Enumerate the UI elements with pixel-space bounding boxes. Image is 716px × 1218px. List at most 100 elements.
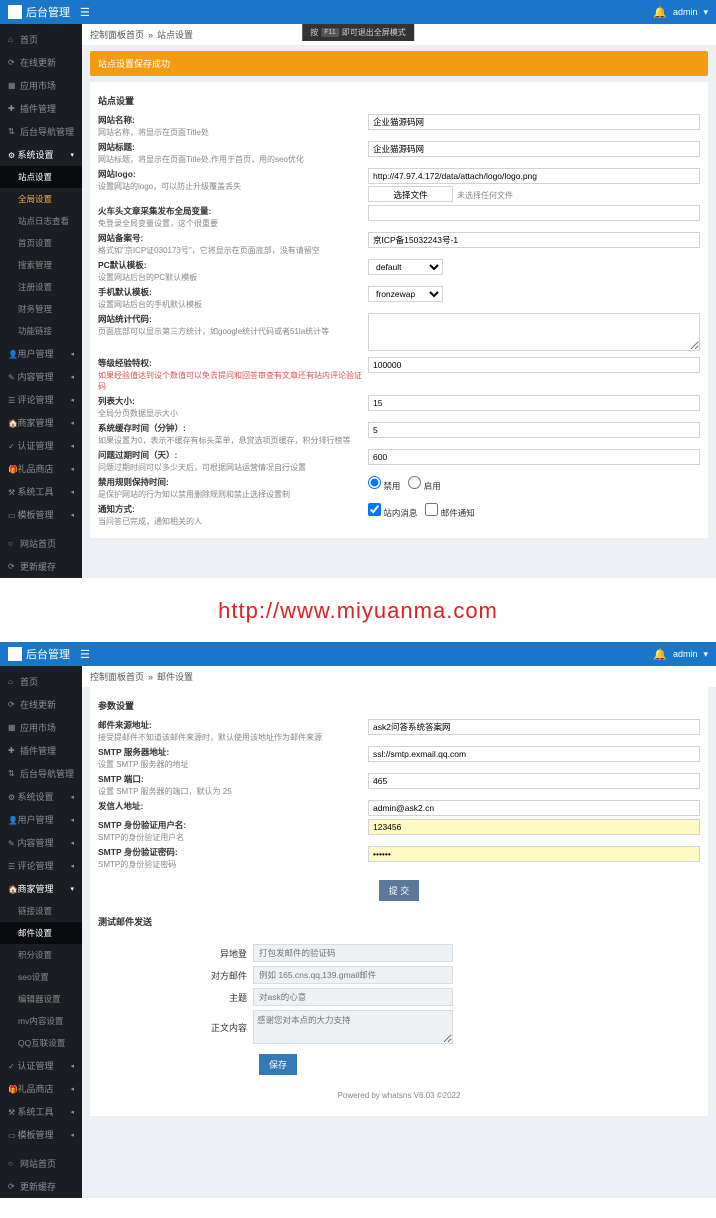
nav-seo[interactable]: seo设置 — [0, 966, 82, 988]
text-input[interactable] — [368, 422, 700, 438]
nav-merchant2[interactable]: 🏠 商家管理▾ — [0, 877, 82, 900]
select-input[interactable]: default — [368, 259, 443, 275]
chevron-down-icon: ▾ — [70, 151, 74, 159]
nav-update[interactable]: ⟳在线更新 — [0, 693, 82, 716]
nav-template[interactable]: ▭ 模板管理◂ — [0, 503, 82, 526]
field-hint: 全局分页数据显示大小 — [98, 408, 368, 419]
field-hint: 是保护网站的行为知以禁用删除规则和禁止选择设置制 — [98, 489, 368, 500]
nav-template2[interactable]: ▭ 模板管理◂ — [0, 1123, 82, 1146]
nav-home[interactable]: ⌂首页 — [0, 670, 82, 693]
nav-gift[interactable]: 🎁 礼品商店◂ — [0, 457, 82, 480]
nav-backend[interactable]: ⇅后台导航管理 — [0, 120, 82, 143]
nav-sitehome2[interactable]: ○网站首页 — [0, 1152, 82, 1175]
select-input[interactable]: fronzewap — [368, 286, 443, 302]
field-label: 手机默认模板: — [98, 286, 368, 298]
nav-plugin[interactable]: ✚插件管理 — [0, 97, 82, 120]
nav-update[interactable]: ⟳在线更新 — [0, 51, 82, 74]
nav-comment[interactable]: ☰ 评论管理◂ — [0, 388, 82, 411]
user-menu[interactable]: admin — [673, 649, 698, 659]
nav-sitehome[interactable]: ○网站首页 — [0, 532, 82, 555]
nav-cert2[interactable]: ✓ 认证管理◂ — [0, 1054, 82, 1077]
nav-register[interactable]: 注册设置 — [0, 276, 82, 298]
submit-button[interactable]: 提 交 — [379, 880, 420, 901]
nav-home[interactable]: ⌂首页 — [0, 28, 82, 51]
nav-mv[interactable]: mv内容设置 — [0, 1010, 82, 1032]
nav-sitelog[interactable]: 站点日志查看 — [0, 210, 82, 232]
field-hint: 免登录全局变量设置，这个很重要 — [98, 218, 368, 229]
nav-market[interactable]: ▦应用市场 — [0, 74, 82, 97]
nav-qq[interactable]: QQ互联设置 — [0, 1032, 82, 1054]
save-button[interactable]: 保存 — [259, 1054, 297, 1075]
nav-user[interactable]: 👤 用户管理◂ — [0, 342, 82, 365]
field-label: 系统缓存时间（分钟）: — [98, 422, 368, 434]
nav-plugin[interactable]: ✚插件管理 — [0, 739, 82, 762]
radio-enable[interactable] — [408, 476, 421, 489]
text-input[interactable] — [368, 846, 700, 862]
logo-icon — [8, 5, 22, 19]
nav-backend[interactable]: ⇅后台导航管理 — [0, 762, 82, 785]
text-input[interactable] — [368, 449, 700, 465]
field-label: 禁用规则保持时间: — [98, 476, 368, 488]
check-mail[interactable] — [425, 503, 438, 516]
text-input[interactable] — [368, 232, 700, 248]
nav-funclinks[interactable]: 功能链接 — [0, 320, 82, 342]
text-input[interactable] — [368, 395, 700, 411]
bell-icon[interactable]: 🔔 — [653, 6, 667, 19]
nav-finance[interactable]: 财务管理 — [0, 298, 82, 320]
test-input[interactable] — [253, 944, 453, 962]
nav-points[interactable]: 积分设置 — [0, 944, 82, 966]
section-title: 参数设置 — [98, 695, 700, 716]
nav-site-settings[interactable]: 站点设置 — [0, 166, 82, 188]
test-title: 测试邮件发送 — [98, 911, 700, 932]
test-input[interactable] — [253, 1010, 453, 1044]
bell-icon[interactable]: 🔔 — [653, 648, 667, 661]
user-menu[interactable]: admin — [673, 7, 698, 17]
nav-comment2[interactable]: ☰ 评论管理◂ — [0, 854, 82, 877]
nav-tools2[interactable]: ⚒ 系统工具◂ — [0, 1100, 82, 1123]
nav-tools[interactable]: ⚒ 系统工具◂ — [0, 480, 82, 503]
text-input[interactable] — [368, 141, 700, 157]
textarea-input[interactable] — [368, 313, 700, 351]
text-input[interactable] — [368, 719, 700, 735]
nav-user2[interactable]: 👤 用户管理◂ — [0, 808, 82, 831]
nav-link[interactable]: 链接设置 — [0, 900, 82, 922]
nav-homepage[interactable]: 首页设置 — [0, 232, 82, 254]
nav-cert[interactable]: ✓ 认证管理◂ — [0, 434, 82, 457]
field-label: 等级经验特权: — [98, 357, 368, 369]
test-label: 异地登 — [198, 947, 253, 960]
nav-merchant[interactable]: 🏠 商家管理◂ — [0, 411, 82, 434]
text-input[interactable] — [368, 773, 700, 789]
field-hint: 当问答已完成，通知相关的人 — [98, 516, 368, 527]
nav-global[interactable]: 全局设置 — [0, 188, 82, 210]
text-input[interactable] — [368, 746, 700, 762]
nav-system[interactable]: ⚙ 系统设置▾ — [0, 143, 82, 166]
nav-editor[interactable]: 编辑器设置 — [0, 988, 82, 1010]
radio-disable[interactable] — [368, 476, 381, 489]
nav-search[interactable]: 搜索管理 — [0, 254, 82, 276]
section-title: 站点设置 — [98, 90, 700, 111]
nav-gift2[interactable]: 🎁 礼品商店◂ — [0, 1077, 82, 1100]
nav-content2[interactable]: ✎ 内容管理◂ — [0, 831, 82, 854]
nav-content[interactable]: ✎ 内容管理◂ — [0, 365, 82, 388]
field-hint: 格式如"京ICP证030173号"，它将显示在页面底部，没有请留空 — [98, 245, 368, 256]
text-input[interactable] — [368, 357, 700, 373]
nav-market[interactable]: ▦应用市场 — [0, 716, 82, 739]
field-hint: 设置 SMTP 服务器的地址 — [98, 759, 368, 770]
check-msg[interactable] — [368, 503, 381, 516]
sidebar: ⌂首页 ⟳在线更新 ▦应用市场 ✚插件管理 ⇅后台导航管理 ⚙ 系统设置▾ 站点… — [0, 24, 82, 578]
test-input[interactable] — [253, 988, 453, 1006]
nav-refresh2[interactable]: ⟳更新缓存 — [0, 1175, 82, 1198]
text-input[interactable] — [368, 114, 700, 130]
breadcrumb: 控制面板首页 » 邮件设置 — [82, 666, 716, 687]
file-button[interactable]: 选择文件 — [368, 186, 453, 202]
text-input[interactable] — [368, 819, 700, 835]
nav-refresh[interactable]: ⟳更新缓存 — [0, 555, 82, 578]
nav-mail[interactable]: 邮件设置 — [0, 922, 82, 944]
field-hint: 设置 SMTP 服务器的端口，默认为 25 — [98, 786, 368, 797]
text-input[interactable] — [368, 168, 700, 184]
nav-system2[interactable]: ⚙ 系统设置◂ — [0, 785, 82, 808]
text-input[interactable] — [368, 800, 700, 816]
field-hint: 如果经验值达到设个数值可以免去提问和回答审查有文章还有站内评论验证码 — [98, 370, 368, 392]
text-input[interactable] — [368, 205, 700, 221]
test-input[interactable] — [253, 966, 453, 984]
